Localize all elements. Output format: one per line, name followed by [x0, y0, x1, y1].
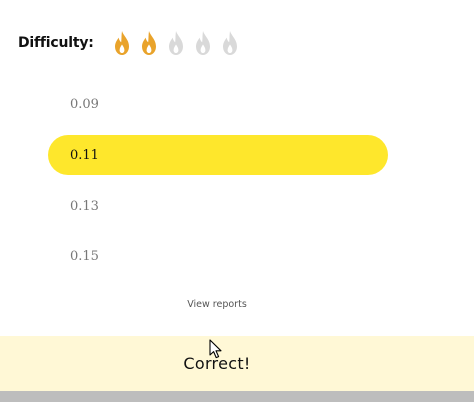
- answer-option-label: 0.11: [70, 147, 99, 163]
- answer-option-label: 0.13: [70, 198, 99, 214]
- flame-icon: [136, 29, 162, 57]
- flame-icon: [163, 29, 189, 57]
- flame-icon: [217, 29, 243, 57]
- difficulty-label: Difficulty:: [18, 35, 94, 51]
- bottom-divider: [0, 391, 474, 402]
- answer-option-2-selected[interactable]: 0.11: [48, 135, 388, 175]
- answer-option-label: 0.09: [70, 96, 99, 112]
- difficulty-flames: [109, 29, 244, 57]
- answer-option-1[interactable]: 0.09: [48, 84, 388, 124]
- answer-option-label: 0.15: [70, 248, 99, 264]
- answer-option-3[interactable]: 0.13: [48, 186, 388, 226]
- view-reports-link[interactable]: View reports: [0, 299, 434, 310]
- difficulty-rating: Difficulty:: [18, 28, 244, 58]
- flame-icon: [109, 29, 135, 57]
- mouse-cursor-icon: [209, 339, 222, 359]
- answer-option-4[interactable]: 0.15: [48, 236, 388, 276]
- flame-icon: [190, 29, 216, 57]
